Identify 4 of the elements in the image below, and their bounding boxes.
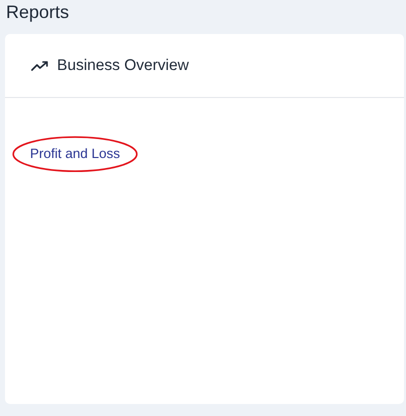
page-title: Reports — [5, 1, 70, 23]
trend-up-icon — [31, 60, 49, 72]
report-link[interactable]: Profit and Loss — [12, 136, 138, 172]
card-title: Business Overview — [57, 56, 189, 76]
